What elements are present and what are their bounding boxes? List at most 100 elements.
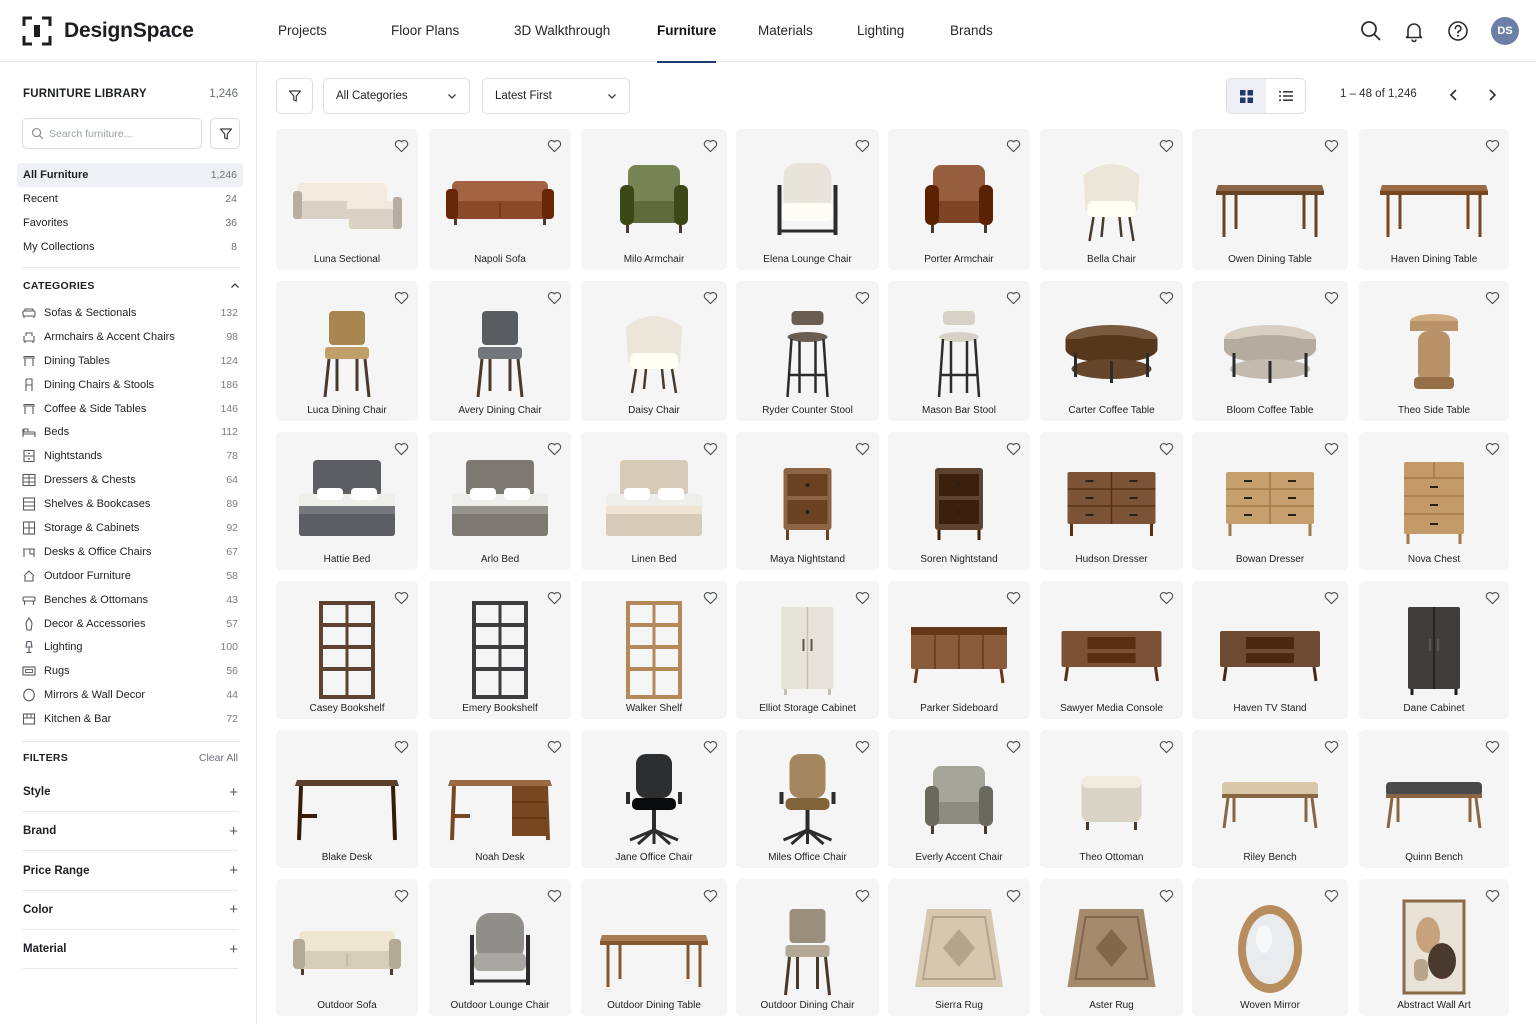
quick-link-favorites[interactable]: Favorites 36 bbox=[17, 211, 243, 235]
product-card[interactable]: Riley Bench bbox=[1192, 730, 1348, 868]
plus-icon[interactable]: + bbox=[229, 901, 238, 918]
product-card[interactable]: Abstract Wall Art bbox=[1359, 879, 1509, 1016]
product-card[interactable]: Linen Bed bbox=[581, 432, 727, 570]
category-item[interactable]: Shelves & Bookcases 89 bbox=[22, 492, 238, 516]
product-card[interactable]: Woven Mirror bbox=[1192, 879, 1348, 1016]
product-card[interactable]: Daisy Chair bbox=[581, 281, 727, 421]
product-card[interactable]: Outdoor Lounge Chair bbox=[429, 879, 571, 1016]
chevron-up-icon[interactable] bbox=[230, 281, 240, 291]
quick-link-recent[interactable]: Recent 24 bbox=[17, 187, 243, 211]
search-input[interactable] bbox=[49, 119, 199, 148]
product-card[interactable]: Sawyer Media Console bbox=[1040, 581, 1183, 719]
bell-icon[interactable] bbox=[1402, 19, 1426, 43]
category-item[interactable]: Dressers & Chests 64 bbox=[22, 468, 238, 492]
product-card[interactable]: Haven TV Stand bbox=[1192, 581, 1348, 719]
product-card[interactable]: Luca Dining Chair bbox=[276, 281, 418, 421]
nav-projects[interactable]: Projects bbox=[278, 0, 327, 62]
product-card[interactable]: Carter Coffee Table bbox=[1040, 281, 1183, 421]
filter-facet[interactable]: Material + bbox=[23, 930, 238, 970]
product-card[interactable]: Arlo Bed bbox=[429, 432, 571, 570]
product-card[interactable]: Quinn Bench bbox=[1359, 730, 1509, 868]
filter-facet[interactable]: Price Range + bbox=[23, 852, 238, 891]
category-item[interactable]: Armchairs & Accent Chairs 98 bbox=[22, 325, 238, 349]
product-card[interactable]: Sierra Rug bbox=[888, 879, 1030, 1016]
product-card[interactable]: Outdoor Dining Chair bbox=[736, 879, 879, 1016]
product-card[interactable]: Nova Chest bbox=[1359, 432, 1509, 570]
category-item[interactable]: Benches & Ottomans 43 bbox=[22, 588, 238, 612]
quick-link-my-collections[interactable]: My Collections 8 bbox=[17, 235, 243, 259]
clear-all-link[interactable]: Clear All bbox=[199, 752, 238, 764]
next-page-icon[interactable] bbox=[1483, 86, 1501, 104]
list-view-button[interactable] bbox=[1266, 79, 1305, 113]
product-card[interactable]: Owen Dining Table bbox=[1192, 129, 1348, 270]
product-card[interactable]: Theo Side Table bbox=[1359, 281, 1509, 421]
filter-facet[interactable]: Color + bbox=[23, 891, 238, 930]
product-card[interactable]: Emery Bookshelf bbox=[429, 581, 571, 719]
grid-view-button[interactable] bbox=[1227, 79, 1266, 113]
product-card[interactable]: Jane Office Chair bbox=[581, 730, 727, 868]
product-card[interactable]: Theo Ottoman bbox=[1040, 730, 1183, 868]
category-item[interactable]: Sofas & Sectionals 132 bbox=[22, 301, 238, 325]
product-card[interactable]: Outdoor Sofa bbox=[276, 879, 418, 1016]
category-item[interactable]: Outdoor Furniture 58 bbox=[22, 564, 238, 588]
prev-page-icon[interactable] bbox=[1445, 86, 1463, 104]
category-item[interactable]: Nightstands 78 bbox=[22, 444, 238, 468]
category-item[interactable]: Kitchen & Bar 72 bbox=[22, 707, 238, 731]
product-card[interactable]: Miles Office Chair bbox=[736, 730, 879, 868]
nav-lighting[interactable]: Lighting bbox=[857, 0, 904, 62]
nav-materials[interactable]: Materials bbox=[758, 0, 813, 62]
product-card[interactable]: Haven Dining Table bbox=[1359, 129, 1509, 270]
category-item[interactable]: Desks & Office Chairs 67 bbox=[22, 540, 238, 564]
product-card[interactable]: Everly Accent Chair bbox=[888, 730, 1030, 868]
product-card[interactable]: Hudson Dresser bbox=[1040, 432, 1183, 570]
product-card[interactable]: Avery Dining Chair bbox=[429, 281, 571, 421]
category-item[interactable]: Decor & Accessories 57 bbox=[22, 612, 238, 636]
search-field[interactable] bbox=[22, 118, 202, 149]
filter-facet[interactable]: Style + bbox=[23, 773, 238, 812]
plus-icon[interactable]: + bbox=[229, 823, 238, 840]
product-card[interactable]: Bloom Coffee Table bbox=[1192, 281, 1348, 421]
product-card[interactable]: Luna Sectional bbox=[276, 129, 418, 270]
product-card[interactable]: Bella Chair bbox=[1040, 129, 1183, 270]
nav-brands[interactable]: Brands bbox=[950, 0, 993, 62]
app-logo[interactable]: DesignSpace bbox=[22, 16, 194, 46]
product-card[interactable]: Walker Shelf bbox=[581, 581, 727, 719]
quick-link-all-furniture[interactable]: All Furniture 1,246 bbox=[17, 163, 243, 187]
plus-icon[interactable]: + bbox=[229, 784, 238, 801]
category-item[interactable]: Storage & Cabinets 92 bbox=[22, 516, 238, 540]
product-card[interactable]: Blake Desk bbox=[276, 730, 418, 868]
nav-floor-plans[interactable]: Floor Plans bbox=[391, 0, 459, 62]
help-icon[interactable] bbox=[1446, 19, 1470, 43]
product-card[interactable]: Porter Armchair bbox=[888, 129, 1030, 270]
filter-facet[interactable]: Brand + bbox=[23, 812, 238, 852]
product-card[interactable]: Milo Armchair bbox=[581, 129, 727, 270]
product-card[interactable]: Casey Bookshelf bbox=[276, 581, 418, 719]
product-card[interactable]: Bowan Dresser bbox=[1192, 432, 1348, 570]
product-card[interactable]: Aster Rug bbox=[1040, 879, 1183, 1016]
product-card[interactable]: Hattie Bed bbox=[276, 432, 418, 570]
plus-icon[interactable]: + bbox=[229, 941, 238, 958]
user-avatar[interactable]: DS bbox=[1491, 17, 1519, 45]
product-card[interactable]: Parker Sideboard bbox=[888, 581, 1030, 719]
product-card[interactable]: Maya Nightstand bbox=[736, 432, 879, 570]
category-item[interactable]: Dining Tables 124 bbox=[22, 349, 238, 373]
nav-furniture[interactable]: Furniture bbox=[657, 0, 717, 63]
product-card[interactable]: Dane Cabinet bbox=[1359, 581, 1509, 719]
product-card[interactable]: Mason Bar Stool bbox=[888, 281, 1030, 421]
product-card[interactable]: Ryder Counter Stool bbox=[736, 281, 879, 421]
category-item[interactable]: Coffee & Side Tables 146 bbox=[22, 397, 238, 421]
product-card[interactable]: Elliot Storage Cabinet bbox=[736, 581, 879, 719]
product-card[interactable]: Elena Lounge Chair bbox=[736, 129, 879, 270]
category-item[interactable]: Dining Chairs & Stools 186 bbox=[22, 373, 238, 397]
category-item[interactable]: Rugs 56 bbox=[22, 659, 238, 683]
product-card[interactable]: Noah Desk bbox=[429, 730, 571, 868]
category-item[interactable]: Lighting 100 bbox=[22, 635, 238, 659]
product-card[interactable]: Soren Nightstand bbox=[888, 432, 1030, 570]
category-item[interactable]: Mirrors & Wall Decor 44 bbox=[22, 683, 238, 707]
filter-toggle-button[interactable] bbox=[276, 78, 313, 114]
sort-select[interactable]: Latest First bbox=[482, 78, 630, 114]
product-card[interactable]: Outdoor Dining Table bbox=[581, 879, 727, 1016]
nav-3d-walkthrough[interactable]: 3D Walkthrough bbox=[514, 0, 610, 62]
categories-header[interactable]: CATEGORIES bbox=[23, 280, 240, 292]
category-select[interactable]: All Categories bbox=[323, 78, 470, 114]
